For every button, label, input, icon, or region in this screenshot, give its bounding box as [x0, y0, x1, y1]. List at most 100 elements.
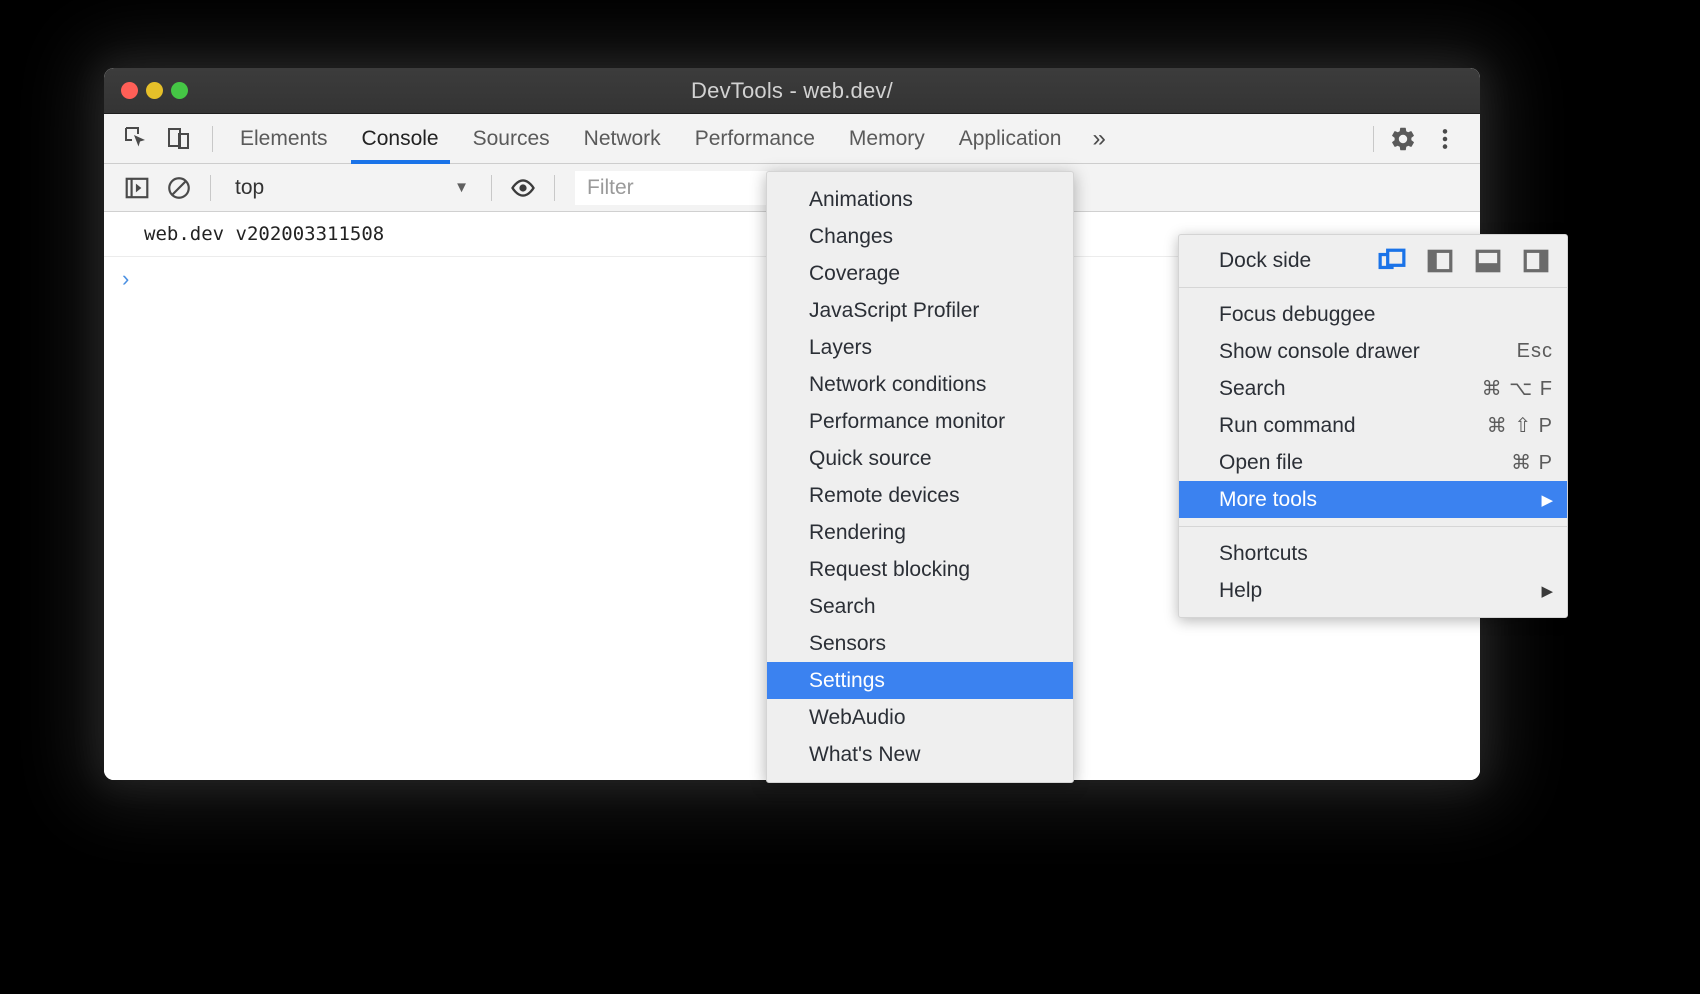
- dock-side-label: Dock side: [1219, 249, 1311, 273]
- more-tools-item-label: Remote devices: [809, 484, 960, 508]
- menu-item-shortcut: ⌘ ⇧ P: [1487, 413, 1553, 438]
- more-tools-item-animations[interactable]: Animations: [767, 181, 1073, 218]
- menu-item-label: Run command: [1219, 414, 1356, 438]
- more-tools-item-javascript-profiler[interactable]: JavaScript Profiler: [767, 292, 1073, 329]
- menu-item-open-file[interactable]: Open file ⌘ P: [1179, 444, 1567, 481]
- more-tools-item-request-blocking[interactable]: Request blocking: [767, 551, 1073, 588]
- more-tools-item-label: Performance monitor: [809, 410, 1005, 434]
- dock-to-bottom-icon[interactable]: [1473, 246, 1503, 276]
- more-tools-item-coverage[interactable]: Coverage: [767, 255, 1073, 292]
- more-tools-item-label: Rendering: [809, 521, 906, 545]
- console-toolbar-divider-2: [491, 175, 492, 201]
- menu-item-label: Show console drawer: [1219, 340, 1420, 364]
- menu-item-label: Search: [1219, 377, 1286, 401]
- more-tools-item-search[interactable]: Search: [767, 588, 1073, 625]
- inspect-element-icon[interactable]: [118, 120, 156, 158]
- tab-elements[interactable]: Elements: [223, 114, 345, 164]
- dock-to-left-icon[interactable]: [1425, 246, 1455, 276]
- clear-console-icon[interactable]: [158, 167, 200, 209]
- more-tools-item-changes[interactable]: Changes: [767, 218, 1073, 255]
- window-titlebar: DevTools - web.dev/: [104, 68, 1480, 114]
- tab-memory[interactable]: Memory: [832, 114, 942, 164]
- more-tools-item-sensors[interactable]: Sensors: [767, 625, 1073, 662]
- menu-item-label: More tools: [1219, 488, 1317, 512]
- maximize-window-button[interactable]: [171, 82, 188, 99]
- console-toolbar-divider-3: [554, 175, 555, 201]
- main-menu-items: Focus debuggee Show console drawer Esc S…: [1179, 288, 1567, 526]
- menu-item-show-console-drawer[interactable]: Show console drawer Esc: [1179, 333, 1567, 370]
- kebab-menu-icon[interactable]: [1426, 120, 1464, 158]
- minimize-window-button[interactable]: [146, 82, 163, 99]
- console-sidebar-icon[interactable]: [116, 167, 158, 209]
- toolbar-divider: [212, 126, 213, 152]
- gear-icon[interactable]: [1384, 120, 1422, 158]
- menu-item-label: Shortcuts: [1219, 542, 1308, 566]
- tab-network[interactable]: Network: [567, 114, 678, 164]
- more-tools-item-whats-new[interactable]: What's New: [767, 736, 1073, 773]
- window-title: DevTools - web.dev/: [104, 78, 1480, 104]
- device-toolbar-icon[interactable]: [160, 120, 198, 158]
- more-tools-item-label: Network conditions: [809, 373, 986, 397]
- more-tools-item-label: Coverage: [809, 262, 900, 286]
- close-window-button[interactable]: [121, 82, 138, 99]
- chevron-right-icon: ▶: [1541, 582, 1553, 600]
- tab-application[interactable]: Application: [942, 114, 1079, 164]
- tab-label: Network: [584, 127, 661, 151]
- more-tools-item-label: Sensors: [809, 632, 886, 656]
- menu-item-label: Open file: [1219, 451, 1303, 475]
- more-tools-item-quick-source[interactable]: Quick source: [767, 440, 1073, 477]
- more-tools-item-settings[interactable]: Settings: [767, 662, 1073, 699]
- menu-item-focus-debuggee[interactable]: Focus debuggee: [1179, 296, 1567, 333]
- execution-context-selector[interactable]: top ▼: [221, 167, 481, 209]
- more-tools-item-network-conditions[interactable]: Network conditions: [767, 366, 1073, 403]
- main-menu-footer-items: Shortcuts Help ▶: [1179, 527, 1567, 617]
- more-tools-item-layers[interactable]: Layers: [767, 329, 1073, 366]
- dock-side-options: [1377, 246, 1551, 276]
- menu-item-run-command[interactable]: Run command ⌘ ⇧ P: [1179, 407, 1567, 444]
- main-options-menu: Dock side: [1178, 234, 1568, 618]
- tab-label: Console: [362, 127, 439, 151]
- more-tools-item-label: Quick source: [809, 447, 932, 471]
- menu-item-help[interactable]: Help ▶: [1179, 572, 1567, 609]
- more-tools-item-rendering[interactable]: Rendering: [767, 514, 1073, 551]
- more-tools-item-label: Changes: [809, 225, 893, 249]
- live-expression-icon[interactable]: [502, 167, 544, 209]
- more-tabs-icon[interactable]: »: [1078, 114, 1119, 164]
- more-tools-item-webaudio[interactable]: WebAudio: [767, 699, 1073, 736]
- undock-into-separate-window-icon[interactable]: [1377, 246, 1407, 276]
- tabbar-right-actions: [1363, 120, 1480, 158]
- tab-sources[interactable]: Sources: [456, 114, 567, 164]
- more-tools-item-label: Animations: [809, 188, 913, 212]
- menu-item-label: Help: [1219, 579, 1262, 603]
- menu-item-shortcuts[interactable]: Shortcuts: [1179, 535, 1567, 572]
- menu-item-search[interactable]: Search ⌘ ⌥ F: [1179, 370, 1567, 407]
- more-tools-item-performance-monitor[interactable]: Performance monitor: [767, 403, 1073, 440]
- screenshot-root: DevTools - web.dev/: [0, 0, 1700, 994]
- tab-label: Memory: [849, 127, 925, 151]
- menu-item-label: Focus debuggee: [1219, 303, 1375, 327]
- more-tools-item-label: Request blocking: [809, 558, 970, 582]
- more-tools-submenu: Animations Changes Coverage JavaScript P…: [766, 171, 1074, 783]
- dock-side-row: Dock side: [1179, 235, 1567, 287]
- more-tabs-label: »: [1092, 125, 1105, 153]
- more-tools-item-remote-devices[interactable]: Remote devices: [767, 477, 1073, 514]
- tab-console[interactable]: Console: [345, 114, 456, 164]
- more-tools-item-label: What's New: [809, 743, 920, 767]
- more-tools-item-label: WebAudio: [809, 706, 906, 730]
- chevron-right-icon: ▶: [1541, 491, 1553, 509]
- panel-tabs: Elements Console Sources Network Perform…: [223, 114, 1120, 164]
- more-tools-item-label: JavaScript Profiler: [809, 299, 979, 323]
- tabbar-right-divider: [1373, 126, 1374, 152]
- execution-context-value: top: [235, 176, 264, 200]
- chevron-down-icon: ▼: [454, 179, 469, 196]
- tab-performance[interactable]: Performance: [678, 114, 832, 164]
- tab-label: Elements: [240, 127, 328, 151]
- dock-to-right-icon[interactable]: [1521, 246, 1551, 276]
- traffic-lights: [121, 68, 188, 113]
- menu-item-shortcut: ⌘ ⌥ F: [1482, 376, 1553, 401]
- menu-item-shortcut: ⌘ P: [1511, 450, 1553, 475]
- tab-label: Performance: [695, 127, 815, 151]
- more-tools-item-label: Layers: [809, 336, 872, 360]
- tab-label: Application: [959, 127, 1062, 151]
- menu-item-more-tools[interactable]: More tools ▶: [1179, 481, 1567, 518]
